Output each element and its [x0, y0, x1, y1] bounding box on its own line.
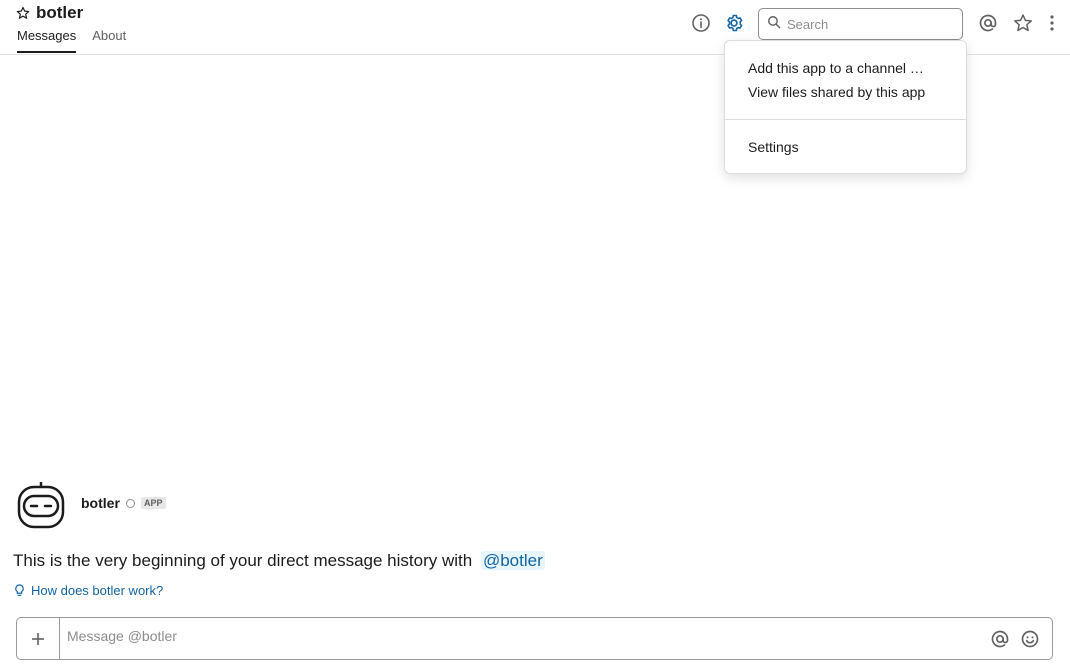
message-input[interactable]: [67, 628, 967, 644]
message-composer: [16, 617, 1053, 660]
info-icon[interactable]: [690, 12, 712, 34]
channel-name[interactable]: botler: [36, 3, 83, 23]
history-text: This is the very beginning of your direc…: [13, 551, 473, 570]
header-tabs: Messages About: [17, 27, 142, 53]
star-outline-icon[interactable]: [1012, 12, 1034, 34]
bot-avatar[interactable]: [16, 480, 66, 530]
menu-item-view-files[interactable]: View files shared by this app: [748, 84, 925, 100]
channel-title: botler: [16, 3, 83, 23]
search-input[interactable]: [787, 16, 947, 32]
history-start-text: This is the very beginning of your direc…: [13, 551, 545, 571]
settings-menu: Add this app to a channel … View files s…: [724, 40, 967, 174]
menu-item-settings[interactable]: Settings: [748, 139, 799, 155]
app-badge: APP: [141, 497, 166, 509]
gear-icon[interactable]: [723, 12, 745, 34]
at-sign-icon[interactable]: [989, 628, 1011, 650]
emoji-icon[interactable]: [1019, 628, 1041, 650]
menu-item-add-to-channel[interactable]: Add this app to a channel …: [748, 60, 924, 76]
bot-mention[interactable]: @botler: [480, 551, 545, 570]
more-vertical-icon[interactable]: [1041, 12, 1063, 34]
help-link[interactable]: How does botler work?: [14, 583, 163, 598]
at-sign-icon[interactable]: [977, 12, 999, 34]
tab-about[interactable]: About: [92, 27, 126, 53]
help-link-label[interactable]: How does botler work?: [31, 583, 163, 598]
search-box[interactable]: [758, 8, 963, 40]
bot-name[interactable]: botler: [81, 495, 120, 511]
menu-divider: [725, 119, 966, 120]
lightbulb-icon: [15, 584, 24, 596]
tab-messages[interactable]: Messages: [17, 27, 77, 53]
attach-button[interactable]: [17, 618, 60, 659]
search-icon: [767, 15, 781, 34]
star-icon[interactable]: [16, 6, 30, 20]
plus-icon: [32, 632, 44, 645]
presence-indicator: [126, 499, 135, 508]
